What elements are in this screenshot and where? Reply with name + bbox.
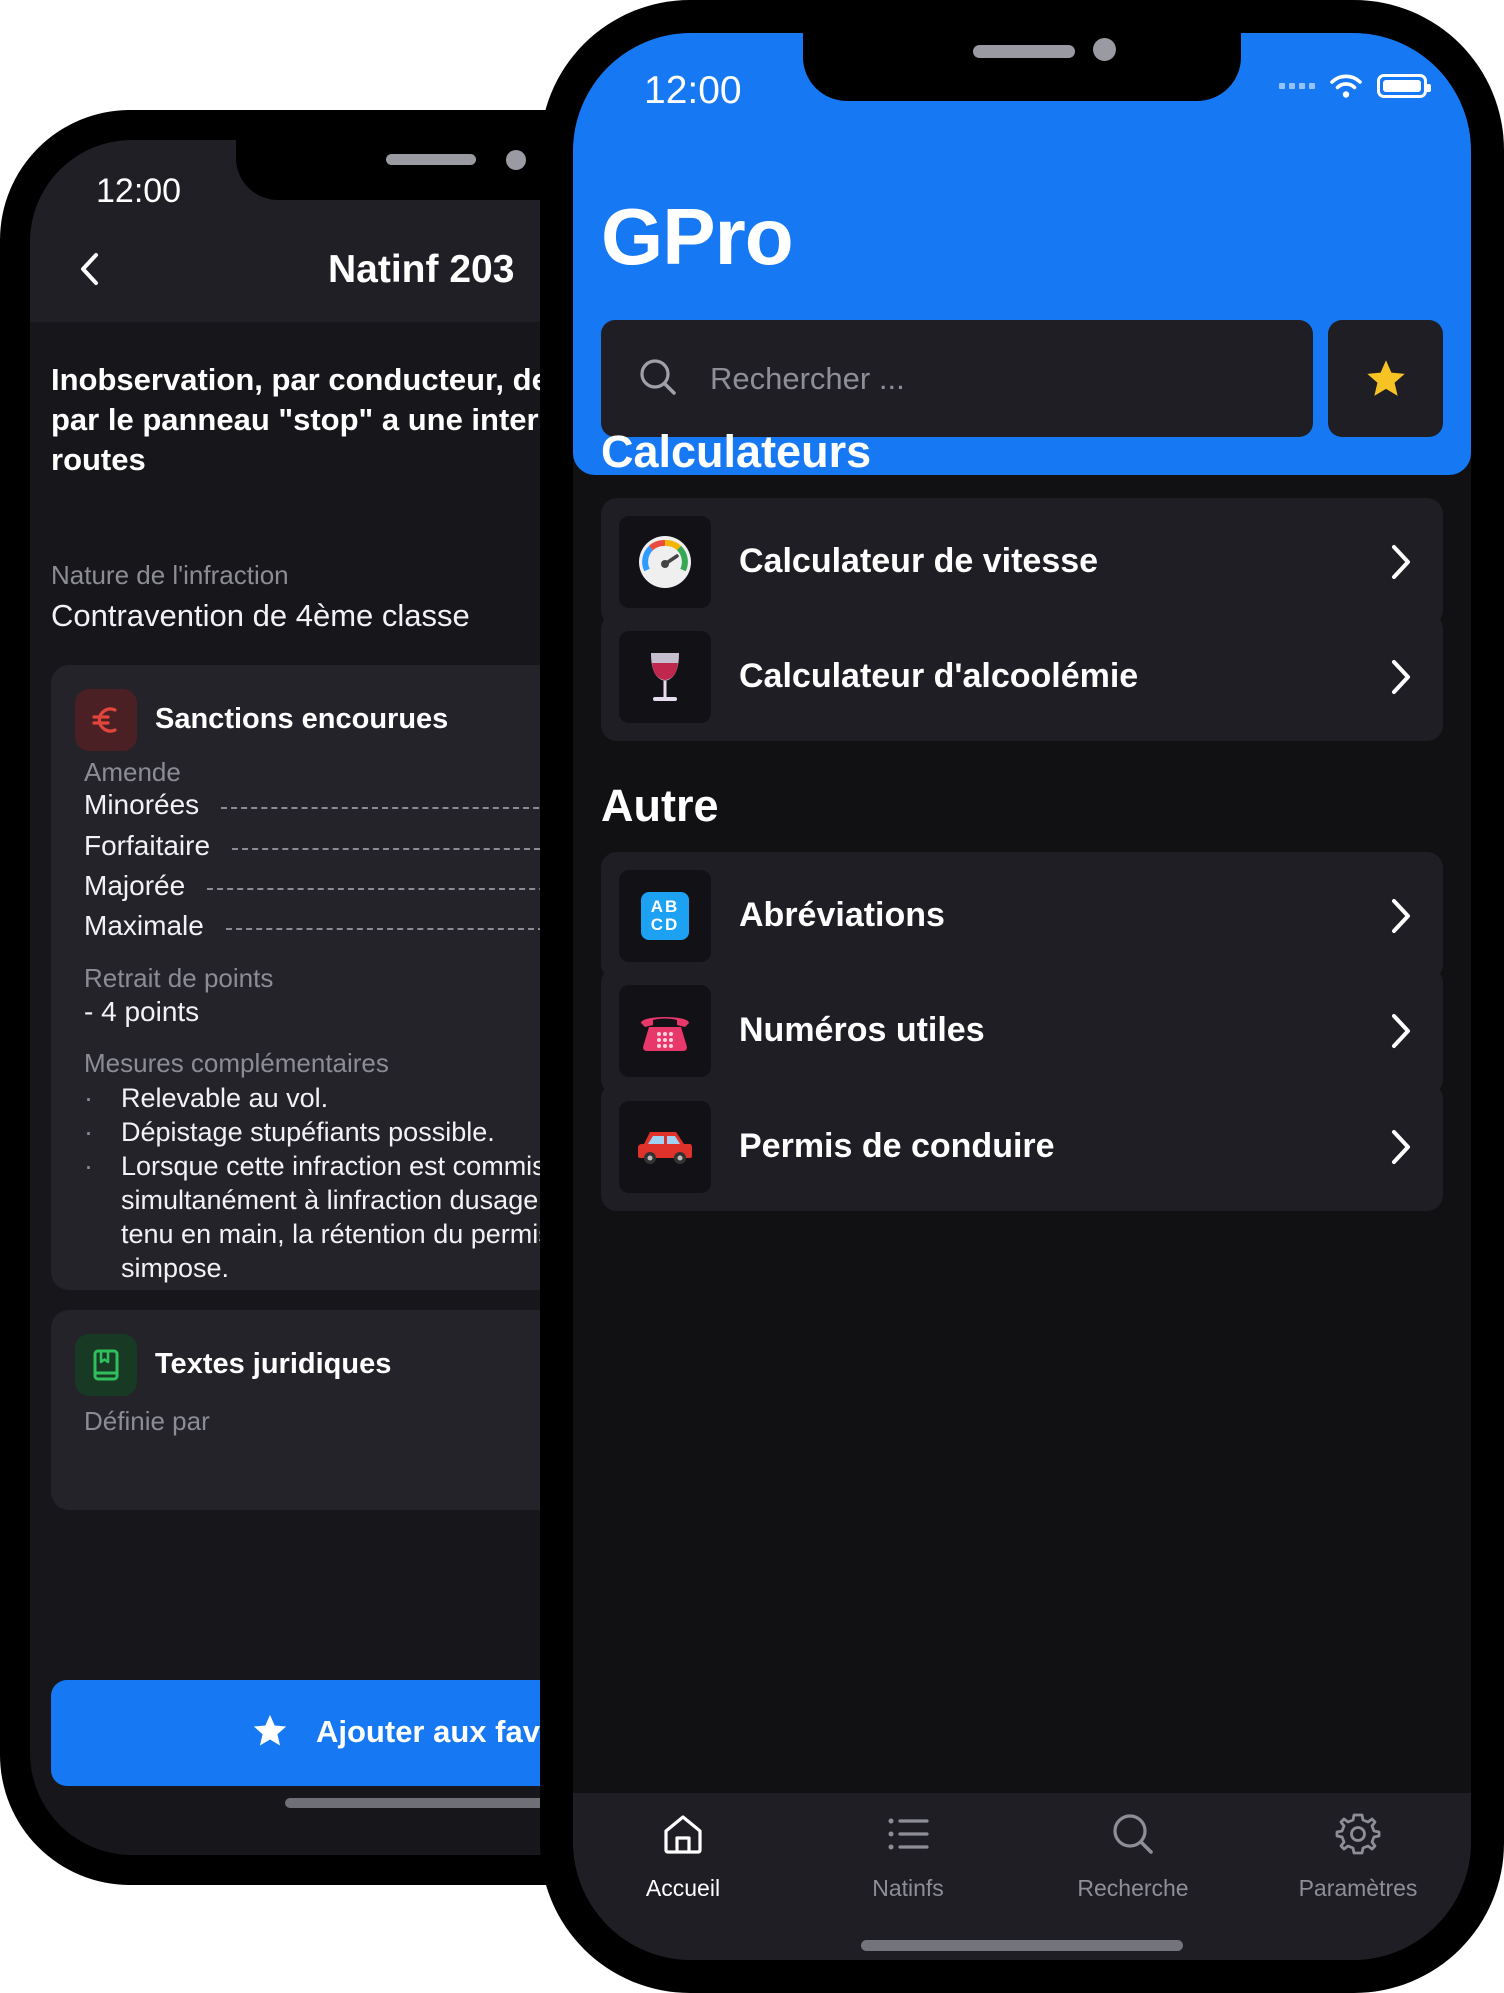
tab-label: Accueil (645, 1875, 721, 1901)
tab-label: Paramètres (1298, 1875, 1418, 1901)
front-phone: 12:00 GPro Calculateurs (540, 0, 1504, 1993)
abcd-icon: AB CD (619, 870, 711, 962)
app-title: GPro (601, 192, 794, 281)
star-icon (253, 1714, 287, 1746)
list-icon (888, 1818, 929, 1850)
menu-item-label: Permis de conduire (739, 1127, 1055, 1165)
book-icon (75, 1334, 137, 1396)
mesures-label: Mesures complémentaires (84, 1048, 389, 1078)
menu-item-label: Numéros utiles (739, 1011, 985, 1049)
front-phone-notch (803, 33, 1241, 101)
wine-glass-icon (619, 631, 711, 723)
tab-label: Recherche (1077, 1875, 1189, 1901)
tab-parametres[interactable]: Paramètres (1248, 1793, 1468, 1913)
chevron-right-icon (1392, 899, 1410, 933)
tab-bar: Accueil Natinfs Recherche Paramètres (573, 1793, 1471, 1960)
menu-item-calculateur-alcoolemie[interactable]: Calculateur d'alcoolémie (601, 613, 1443, 741)
nav-title: Natinf 203 (328, 248, 515, 291)
cellular-signal-icon (1279, 83, 1315, 89)
tab-label: Natinfs (872, 1875, 944, 1901)
section-title-autre: Autre (601, 780, 719, 831)
status-time: 12:00 (644, 69, 742, 112)
menu-item-numeros-utiles[interactable]: Numéros utiles (601, 967, 1443, 1095)
nature-label: Nature de l'infraction (51, 560, 289, 590)
sanctions-title: Sanctions encourues (155, 703, 449, 735)
chevron-right-icon (1392, 660, 1410, 694)
points-value: - 4 points (84, 996, 200, 1027)
telephone-icon (619, 985, 711, 1077)
gear-icon (1335, 1813, 1381, 1855)
section-title-calculateurs: Calculateurs (601, 426, 872, 477)
chevron-right-icon (1392, 1130, 1410, 1164)
favorites-button[interactable] (1328, 320, 1443, 437)
tab-recherche[interactable]: Recherche (1023, 1793, 1243, 1913)
star-icon (1366, 359, 1405, 396)
amende-label: Amende (84, 757, 181, 787)
search-icon (640, 359, 676, 395)
chevron-right-icon (1392, 1014, 1410, 1048)
home-indicator (861, 1940, 1183, 1951)
menu-item-label: Calculateur d'alcoolémie (739, 657, 1139, 695)
wifi-icon (1330, 74, 1362, 98)
search-input[interactable] (708, 346, 1292, 412)
menu-item-label: Abréviations (739, 896, 945, 934)
euro-icon (75, 689, 137, 751)
search-bar[interactable] (601, 320, 1313, 437)
menu-item-abreviations[interactable]: AB CD Abréviations (601, 852, 1443, 980)
status-icons (1279, 73, 1431, 99)
tab-natinfs[interactable]: Natinfs (798, 1793, 1018, 1913)
points-label: Retrait de points (84, 963, 274, 993)
menu-item-calculateur-vitesse[interactable]: Calculateur de vitesse (601, 498, 1443, 626)
nature-value: Contravention de 4ème classe (51, 598, 470, 633)
textes-title: Textes juridiques (155, 1348, 392, 1380)
home-icon (664, 1815, 702, 1854)
battery-icon (1377, 74, 1431, 98)
back-status-time: 12:00 (96, 172, 182, 210)
front-phone-screen: 12:00 GPro Calculateurs (573, 33, 1471, 1960)
back-button[interactable] (64, 244, 114, 294)
chevron-left-icon (81, 253, 98, 285)
definie-label: Définie par (84, 1406, 210, 1436)
search-icon (1113, 1814, 1153, 1854)
menu-item-permis-de-conduire[interactable]: Permis de conduire (601, 1083, 1443, 1211)
tab-accueil[interactable]: Accueil (573, 1793, 793, 1913)
menu-item-label: Calculateur de vitesse (739, 542, 1099, 580)
car-icon (619, 1101, 711, 1193)
chevron-right-icon (1392, 545, 1410, 579)
speedometer-icon (619, 516, 711, 608)
